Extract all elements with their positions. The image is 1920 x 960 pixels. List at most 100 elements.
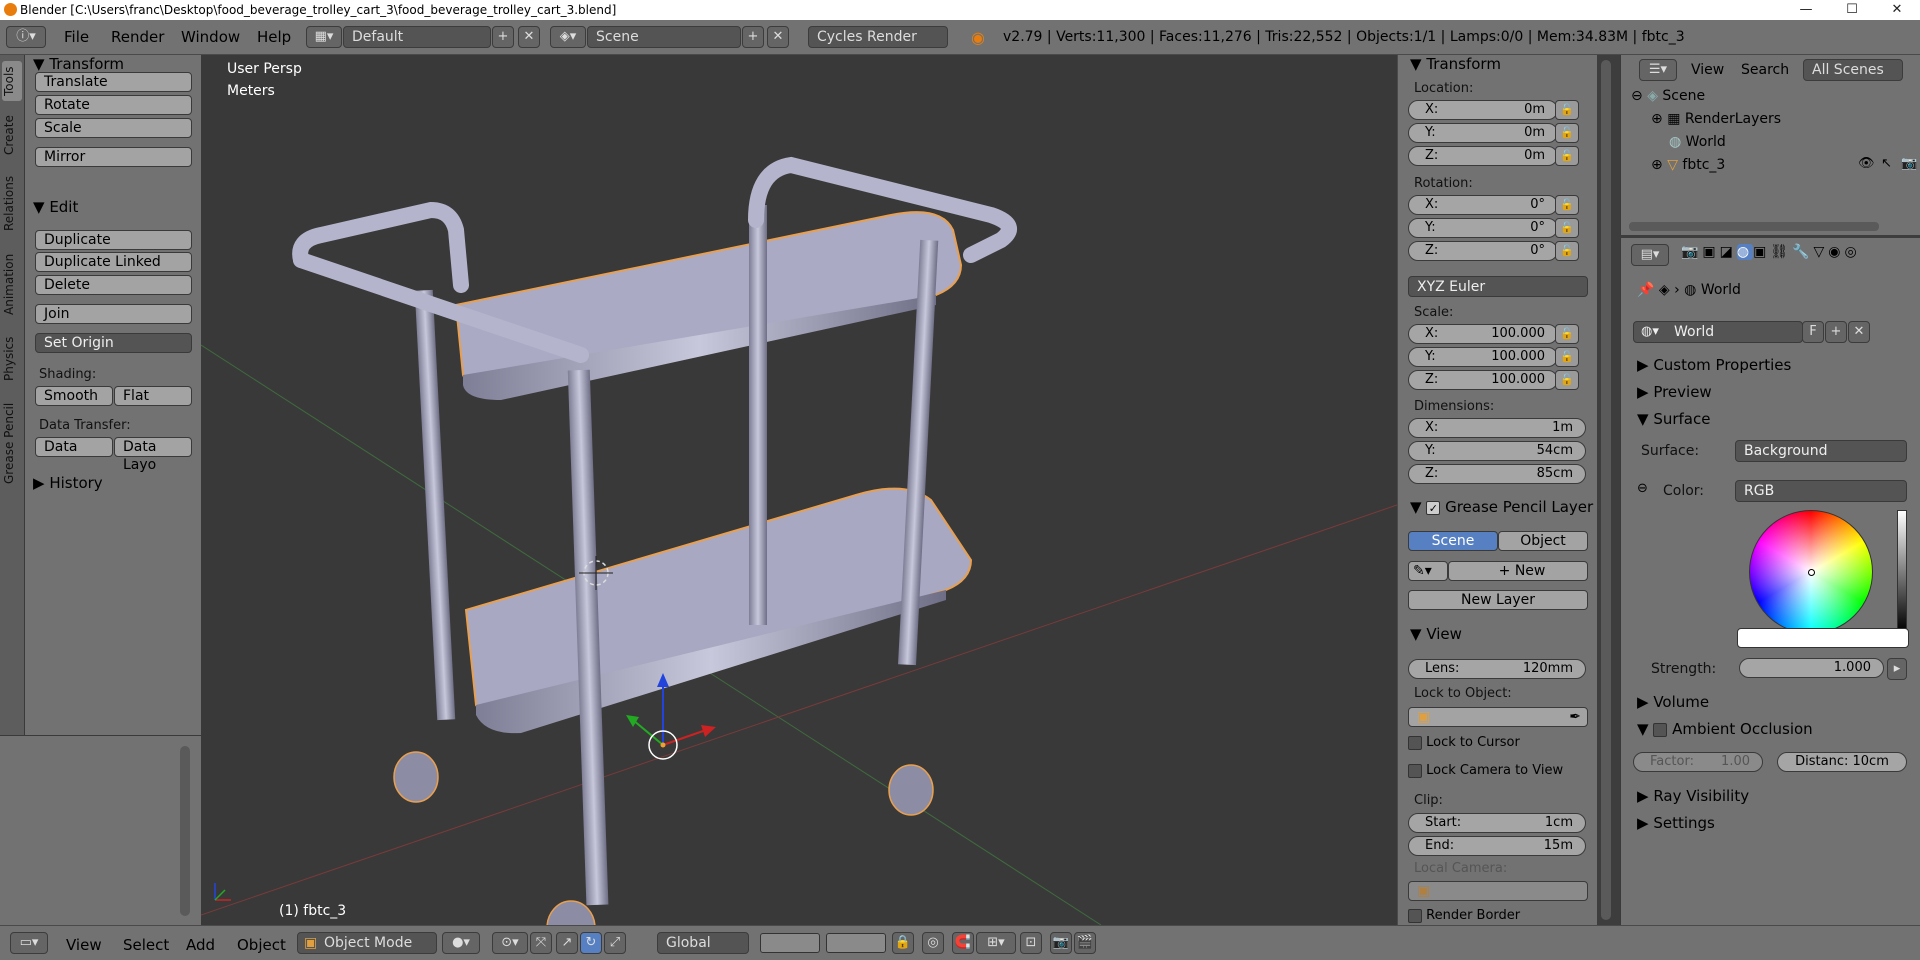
new-layer-button[interactable]: New Layer [1408,590,1588,610]
scale-button[interactable]: Scale [35,118,192,138]
visibility-eye-icon[interactable]: 👁 [1858,156,1875,171]
lens-field[interactable]: Lens: 120mm [1408,659,1586,679]
color-picker-handle[interactable] [1808,569,1815,576]
grease-pencil-layer-header[interactable]: ▼ ✓ Grease Pencil Layer [1410,498,1593,516]
location-z-field[interactable]: Z: 0m [1408,146,1558,166]
settings-header[interactable]: ▶ Settings [1637,814,1715,832]
dimensions-x-field[interactable]: X: 1m [1408,418,1586,438]
maximize-button[interactable]: ☐ [1829,0,1875,20]
lock-location-z-icon[interactable]: 🔓 [1555,146,1579,166]
editor-type-info-icon[interactable]: ⓘ▾ [6,26,46,48]
color-unlink-icon[interactable]: ⊖ [1637,481,1648,496]
strength-socket-icon[interactable]: ▸ [1887,658,1907,680]
ao-factor-field[interactable]: Factor: 1.00 [1633,752,1763,772]
lock-location-x-icon[interactable]: 🔓 [1555,100,1579,120]
render-engine-dropdown[interactable]: Cycles Render [808,26,948,48]
scale-manipulator-icon[interactable]: ⤢ [604,932,626,954]
tab-animation[interactable]: Animation [2,243,22,325]
world-context-icon[interactable]: ◍ [1736,244,1754,260]
location-y-field[interactable]: Y: 0m [1408,123,1558,143]
lock-to-cursor-checkbox[interactable]: Lock to Cursor [1408,735,1520,750]
n-transform-header[interactable]: ▼ Transform [1410,55,1501,73]
duplicate-linked-button[interactable]: Duplicate Linked [35,252,192,272]
new-world-icon[interactable]: + [1825,321,1847,343]
scale-z-field[interactable]: Z: 100.000 [1408,370,1558,390]
screen-layout-icon[interactable]: ▦▾ [306,26,342,48]
close-window-button[interactable]: ✕ [1874,0,1920,20]
history-panel-header[interactable]: ▶ History [33,474,103,492]
ray-visibility-header[interactable]: ▶ Ray Visibility [1637,787,1749,805]
lock-object-field[interactable]: ▣ ✒ [1408,707,1588,727]
rotate-manipulator-icon[interactable]: ↻ [580,932,602,954]
proportional-edit-icon[interactable]: ◎ [922,932,944,954]
transform-orientation-dropdown[interactable]: Global [657,932,749,954]
unlink-world-icon[interactable]: ✕ [1848,321,1870,343]
color-mode-dropdown[interactable]: RGB [1735,480,1907,502]
snap-element-icon[interactable]: ⊞▾ [976,932,1016,954]
clip-start-field[interactable]: Start: 1cm [1408,813,1586,833]
dimensions-y-field[interactable]: Y: 54cm [1408,441,1586,461]
tab-tools[interactable]: Tools [2,61,22,101]
rotation-y-field[interactable]: Y: 0° [1408,218,1558,238]
grease-pencil-checkbox[interactable]: ✓ [1426,501,1441,515]
screen-layout-dropdown[interactable]: Default [343,26,491,48]
fake-user-button[interactable]: F [1802,321,1824,343]
outliner-item-scene[interactable]: ⊖ ◈ Scene [1631,88,1705,104]
layers-grid-1[interactable] [760,933,820,953]
value-slider[interactable] [1897,510,1907,632]
tab-relations[interactable]: Relations [2,167,22,239]
lock-camera-box[interactable] [1408,763,1422,778]
render-border-checkbox[interactable]: Render Border [1408,908,1520,923]
outliner-item-world[interactable]: ◍ World [1669,134,1726,150]
viewport-shading-icon[interactable]: ●▾ [442,932,480,954]
dimensions-z-field[interactable]: Z: 85cm [1408,464,1586,484]
scene-icon[interactable]: ◈▾ [550,26,586,48]
rotate-button[interactable]: Rotate [35,95,192,115]
rotation-z-field[interactable]: Z: 0° [1408,241,1558,261]
menu-render[interactable]: Render [111,28,164,46]
bottom-menu-select[interactable]: Select [123,936,169,954]
n-panel-scrollbar[interactable] [1601,60,1611,920]
transform-panel-header[interactable]: ▼ Transform [33,55,124,73]
layers-grid-2[interactable] [826,933,886,953]
surface-header[interactable]: ▼ Surface [1637,410,1710,428]
select-cursor-icon[interactable]: ↖ [1881,156,1892,171]
pivot-point-icon[interactable]: ⊙▾ [492,932,528,954]
outliner-scrollbar[interactable] [1629,222,1879,231]
rotation-x-field[interactable]: X: 0° [1408,195,1558,215]
outliner-editor-icon[interactable]: ☰▾ [1639,59,1677,81]
eyedropper-icon[interactable]: ✒ [1569,708,1581,726]
grease-new-button[interactable]: + New [1448,561,1588,581]
tab-physics[interactable]: Physics [2,329,22,389]
scale-x-field[interactable]: X: 100.000 [1408,324,1558,344]
outliner-display-mode-dropdown[interactable]: All Scenes [1803,59,1903,81]
manipulator-toggle-icon[interactable]: ⤧ [530,932,552,954]
color-wheel[interactable] [1749,510,1873,634]
lock-rotation-x-icon[interactable]: 🔓 [1555,195,1579,215]
remove-layout-icon[interactable]: ✕ [518,26,540,48]
location-x-field[interactable]: X: 0m [1408,100,1558,120]
opengl-render-image-icon[interactable]: 📷 [1050,932,1072,954]
grease-object-button[interactable]: Object [1498,531,1588,551]
data-layout-button[interactable]: Data Layo [114,437,192,473]
tab-grease-pencil[interactable]: Grease Pencil [2,393,22,493]
scale-y-field[interactable]: Y: 100.000 [1408,347,1558,367]
translate-button[interactable]: Translate [35,72,192,92]
rotation-mode-dropdown[interactable]: XYZ Euler [1408,276,1588,297]
opengl-render-animation-icon[interactable]: 🎬 [1074,932,1096,954]
bottom-menu-object[interactable]: Object [237,936,286,954]
lock-scale-y-icon[interactable]: 🔓 [1555,347,1579,367]
ao-distance-field[interactable]: Distanc: 10cm [1777,752,1907,772]
ao-checkbox[interactable] [1653,722,1668,737]
scene-dropdown[interactable]: Scene [587,26,741,48]
grease-pencil-icon[interactable]: ✎▾ [1408,561,1448,581]
snap-toggle-icon[interactable]: 🧲 [952,932,974,954]
edit-panel-header[interactable]: ▼ Edit [33,198,78,216]
x-arrow-icon[interactable] [701,725,716,737]
join-button[interactable]: Join [35,304,192,324]
outliner-item-renderlayers[interactable]: ⊕ ▦ RenderLayers [1651,111,1781,127]
lock-camera-checkbox[interactable]: Lock Camera to View [1408,763,1563,778]
operator-scrollbar[interactable] [180,746,190,916]
lock-layers-icon[interactable]: 🔒 [892,932,914,954]
clip-end-field[interactable]: End: 15m [1408,836,1586,856]
